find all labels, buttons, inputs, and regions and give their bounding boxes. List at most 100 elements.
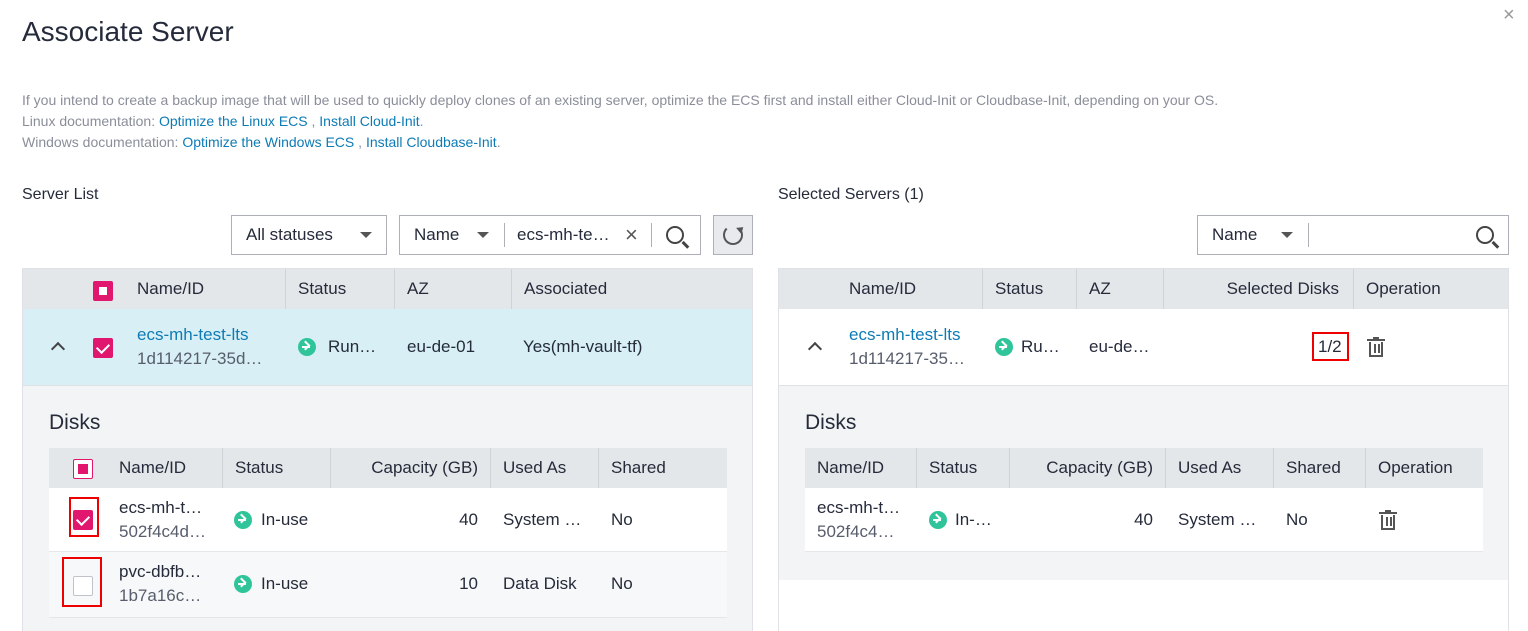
install-cloudbase-init-link[interactable]: Install Cloudbase-Init xyxy=(366,134,497,150)
column-header: AZ xyxy=(1076,269,1111,309)
trash-icon[interactable] xyxy=(1367,337,1385,357)
select-all-checkbox[interactable] xyxy=(93,281,113,301)
selected-servers-table: Name/ID Status AZ Selected Disks Operati… xyxy=(778,268,1509,631)
column-header: Selected Disks xyxy=(1163,269,1353,309)
chevron-down-icon xyxy=(1281,232,1294,238)
search-input[interactable] xyxy=(1309,216,1462,254)
select-all-disks-checkbox[interactable] xyxy=(73,459,93,479)
search-button[interactable] xyxy=(652,226,698,244)
table-row[interactable]: pvc-dbfb… 1b7a16c… In-use 10 Data Disk N… xyxy=(49,552,727,618)
dialog-title: Associate Server xyxy=(22,16,234,47)
in-use-status-icon xyxy=(234,575,252,593)
in-use-status-icon xyxy=(929,511,947,529)
linux-doc-suffix: . xyxy=(419,113,424,129)
refresh-icon xyxy=(723,225,743,245)
chevron-down-icon xyxy=(360,232,372,238)
chevron-down-icon xyxy=(477,232,490,238)
column-header: Name/ID xyxy=(817,458,885,477)
table-row[interactable]: ecs-mh-test-lts 1d114217-35d… Run… eu-de… xyxy=(23,309,752,386)
server-id: 1d114217-35… xyxy=(849,349,965,368)
server-row-checkbox[interactable] xyxy=(93,338,113,358)
search-field-value: Name xyxy=(414,225,460,244)
server-list-label: Server List xyxy=(22,186,99,203)
column-header: Name/ID xyxy=(849,279,917,298)
status-filter-select[interactable]: All statuses xyxy=(231,215,387,255)
server-name-link[interactable]: ecs-mh-test-lts xyxy=(137,325,248,345)
disk-id: 502f4c4d… xyxy=(119,522,206,541)
column-header: Shared xyxy=(1273,448,1341,488)
disk-status: In-… xyxy=(955,510,992,529)
disks-panel: Disks Name/ID Status Capacity (GB) Used … xyxy=(23,386,752,631)
column-header: Used As xyxy=(490,448,566,488)
table-header: Name/ID Status AZ Selected Disks Operati… xyxy=(779,269,1508,309)
column-header: AZ xyxy=(394,269,429,309)
close-icon[interactable]: × xyxy=(1503,4,1515,27)
table-row[interactable]: ecs-mh-test-lts 1d114217-35… Ru… eu-de… … xyxy=(779,309,1508,386)
search-icon xyxy=(666,226,684,244)
selected-servers-label: Selected Servers (1) xyxy=(778,186,924,203)
search-field-value: Name xyxy=(1212,225,1258,244)
refresh-button[interactable] xyxy=(713,215,753,255)
disks-label: Disks xyxy=(49,411,101,434)
column-header: Used As xyxy=(1165,448,1241,488)
clear-icon[interactable]: × xyxy=(625,222,651,248)
in-use-status-icon xyxy=(234,511,252,529)
search-icon xyxy=(1476,226,1494,244)
disk-shared: No xyxy=(1286,510,1308,529)
disks-table-header: Name/ID Status Capacity (GB) Used As Sha… xyxy=(49,448,727,488)
disk-used-as: System … xyxy=(1178,510,1257,529)
search-field-select[interactable]: Name xyxy=(400,225,504,245)
server-associated: Yes(mh-vault-tf) xyxy=(523,337,643,356)
column-header: Operation xyxy=(1353,269,1441,309)
highlight-box xyxy=(62,557,102,607)
server-search-box: Name ecs-mh-te… × xyxy=(399,215,701,255)
disks-table-header: Name/ID Status Capacity (GB) Used As Sha… xyxy=(805,448,1483,488)
search-field-select[interactable]: Name xyxy=(1198,225,1308,245)
running-status-icon xyxy=(995,338,1013,356)
disk-used-as: Data Disk xyxy=(503,574,577,593)
disk-name: ecs-mh-t… xyxy=(817,498,901,517)
highlight-box xyxy=(69,497,99,537)
disk-capacity: 40 xyxy=(459,510,478,529)
column-header: Capacity (GB) xyxy=(1009,448,1165,488)
disk-id: 502f4c4… xyxy=(817,522,895,541)
info-line: If you intend to create a backup image t… xyxy=(22,92,1219,108)
column-header: Name/ID xyxy=(137,279,205,298)
server-status: Run… xyxy=(328,337,377,356)
linux-link-separator: , xyxy=(307,113,320,129)
column-header: Name/ID xyxy=(119,458,187,477)
optimize-windows-link[interactable]: Optimize the Windows ECS xyxy=(182,134,354,150)
disk-shared: No xyxy=(611,510,633,529)
table-header: Name/ID Status AZ Associated xyxy=(23,269,752,309)
server-name-link[interactable]: ecs-mh-test-lts xyxy=(849,325,960,345)
server-status: Ru… xyxy=(1021,337,1060,356)
column-header: Status xyxy=(982,269,1043,309)
linux-doc-line: Linux documentation: Optimize the Linux … xyxy=(22,111,1218,132)
disk-used-as: System … xyxy=(503,510,582,529)
column-header: Status xyxy=(916,448,977,488)
disks-panel: Disks Name/ID Status Capacity (GB) Used … xyxy=(779,386,1508,580)
chevron-up-icon[interactable] xyxy=(807,341,823,357)
server-az: eu-de-01 xyxy=(407,337,476,356)
disk-name: pvc-dbfb… xyxy=(119,562,202,581)
trash-icon[interactable] xyxy=(1379,510,1397,530)
disk-capacity: 10 xyxy=(459,574,478,593)
column-header: Capacity (GB) xyxy=(330,448,490,488)
status-filter-value: All statuses xyxy=(246,225,333,244)
column-header: Shared xyxy=(598,448,666,488)
windows-doc-line: Windows documentation: Optimize the Wind… xyxy=(22,132,1218,153)
chevron-up-icon[interactable] xyxy=(50,341,66,357)
server-list-table: Name/ID Status AZ Associated ecs-mh-test… xyxy=(22,268,753,631)
table-row[interactable]: ecs-mh-t… 502f4c4d… In-use 40 System … N… xyxy=(49,488,727,552)
linux-doc-prefix: Linux documentation: xyxy=(22,113,159,129)
optimize-linux-link[interactable]: Optimize the Linux ECS xyxy=(159,113,308,129)
highlight-box xyxy=(1312,332,1349,361)
column-header: Status xyxy=(222,448,283,488)
install-cloud-init-link[interactable]: Install Cloud-Init xyxy=(319,113,419,129)
search-button[interactable] xyxy=(1462,226,1508,244)
column-header: Operation xyxy=(1365,448,1453,488)
disk-status: In-use xyxy=(261,574,309,593)
table-row[interactable]: ecs-mh-t… 502f4c4… In-… 40 System … No xyxy=(805,488,1483,552)
running-status-icon xyxy=(298,338,316,356)
search-input[interactable]: ecs-mh-te… xyxy=(505,225,625,245)
